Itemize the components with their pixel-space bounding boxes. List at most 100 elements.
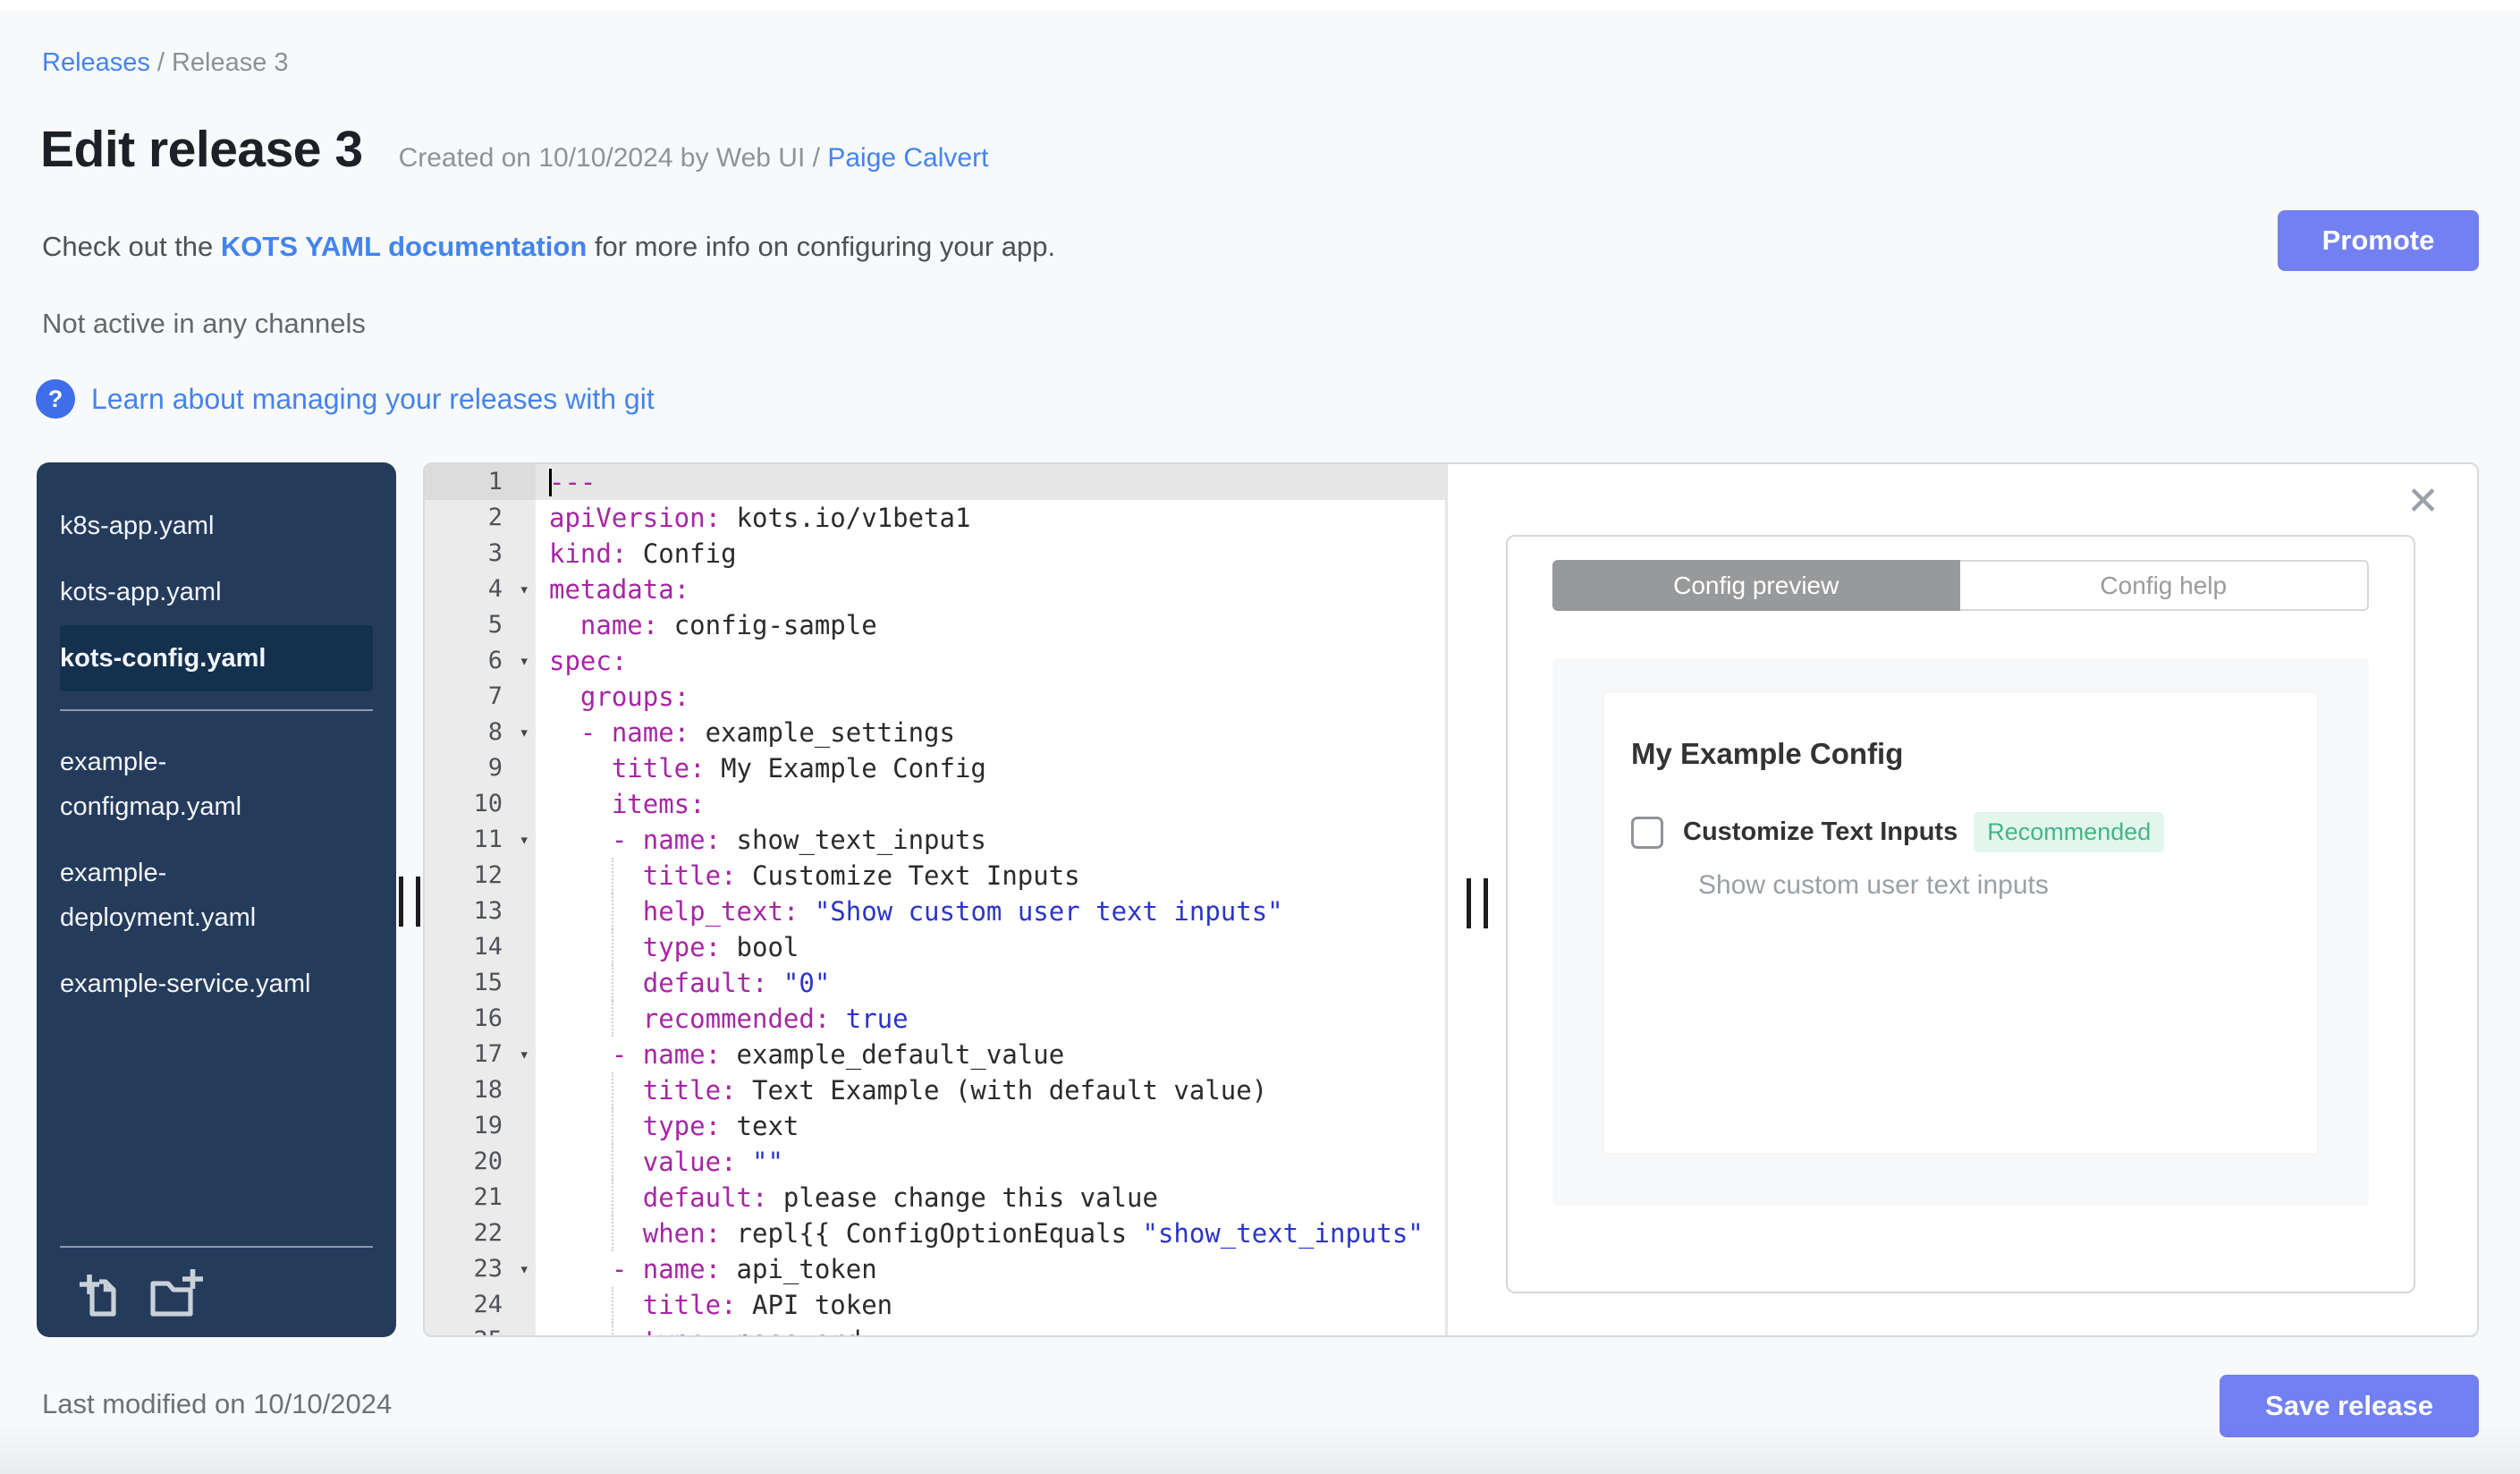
line-number: 6 ▾: [425, 643, 536, 679]
file-list-examples: example-configmap.yaml example-deployment…: [37, 729, 396, 1017]
file-item-kots-config.yaml[interactable]: kots-config.yaml: [60, 625, 373, 691]
help-icon: ?: [36, 379, 75, 419]
line-number: 25: [425, 1323, 536, 1335]
code-line-9: 9 title: My Example Config: [425, 750, 1445, 786]
git-releases-link[interactable]: Learn about managing your releases with …: [91, 383, 655, 416]
config-checkbox-row: Customize Text Inputs Recommended: [1631, 812, 2290, 852]
code-line-13: 13 help_text: "Show custom user text inp…: [425, 894, 1445, 929]
code-line-2: 2 apiVersion: kots.io/v1beta1: [425, 500, 1445, 536]
file-item-k8s-app.yaml[interactable]: k8s-app.yaml: [60, 493, 373, 559]
file-label: k8s-app.yaml: [60, 512, 215, 540]
save-release-button[interactable]: Save release: [2220, 1375, 2479, 1437]
config-preview-box: Config preview Config help My Example Co…: [1506, 535, 2415, 1293]
config-item-help-text: Show custom user text inputs: [1698, 870, 2049, 900]
file-list-main: k8s-app.yaml kots-app.yaml kots-config.yam…: [37, 462, 396, 691]
file-label: kots-app.yaml: [60, 578, 222, 606]
fold-arrow-icon[interactable]: ▾: [520, 1037, 529, 1072]
code-line-21: 21 default: please change this value: [425, 1180, 1445, 1216]
tab-config-preview[interactable]: Config preview: [1552, 560, 1960, 611]
line-number: 5: [425, 607, 536, 643]
page-title: Edit release 3: [40, 121, 363, 178]
line-number: 24: [425, 1287, 536, 1323]
line-number: 9: [425, 750, 536, 786]
last-modified-text: Last modified on 10/10/2024: [42, 1388, 393, 1419]
file-list-divider: [60, 709, 373, 711]
editor-card: 1 --- 2 apiVersion: kots.io/v1beta1 3 kind: C…: [423, 462, 2479, 1337]
git-help-row: ? Learn about managing your releases wit…: [36, 379, 655, 419]
doc-suffix: for more info on configuring your app.: [587, 231, 1056, 262]
tab-config-help[interactable]: Config help: [1959, 560, 2369, 611]
author-link[interactable]: Paige Calvert: [827, 143, 988, 173]
code-line-1: 1 ---: [425, 464, 1445, 500]
doc-info-line: Check out the KOTS YAML documentation fo…: [42, 231, 1055, 263]
line-number: 23 ▾: [425, 1251, 536, 1287]
line-number: 7: [425, 679, 536, 715]
line-number: 8 ▾: [425, 715, 536, 750]
breadcrumb-releases-link[interactable]: Releases: [42, 48, 150, 77]
code-line-22: 22 when: repl{{ ConfigOptionEquals "show…: [425, 1216, 1445, 1251]
close-icon[interactable]: ✕: [2406, 482, 2440, 521]
fold-arrow-icon[interactable]: ▾: [520, 572, 529, 607]
file-label: kots-config.yaml: [60, 644, 266, 673]
line-number: 21: [425, 1180, 536, 1216]
line-number: 17 ▾: [425, 1037, 536, 1072]
fold-arrow-icon[interactable]: ▾: [520, 715, 529, 750]
file-item-example-configmap.yaml[interactable]: example-configmap.yaml: [60, 729, 373, 840]
created-info: Created on 10/10/2024 by Web UI / Paige …: [399, 143, 989, 174]
preview-tabs: Config preview Config help: [1552, 560, 2369, 611]
sidebar-resize-handle[interactable]: [396, 877, 423, 927]
edit-release-page: Releases / Release 3 Edit release 3 Create…: [0, 0, 2520, 1474]
code-line-23: 23 ▾ - name: api_token: [425, 1251, 1445, 1287]
line-number: 15: [425, 965, 536, 1001]
code-line-12: 12 title: Customize Text Inputs: [425, 858, 1445, 894]
code-line-19: 19 type: text: [425, 1108, 1445, 1144]
file-label: example-configmap.yaml: [60, 748, 242, 821]
breadcrumb-separator: /: [156, 48, 165, 77]
channel-status: Not active in any channels: [42, 308, 366, 339]
doc-prefix: Check out the: [42, 231, 221, 262]
add-folder-icon[interactable]: [148, 1267, 205, 1319]
code-line-3: 3 kind: Config: [425, 536, 1445, 572]
file-item-example-service.yaml[interactable]: example-service.yaml: [60, 951, 373, 1017]
code-line-20: 20 value: "": [425, 1144, 1445, 1180]
fold-arrow-icon[interactable]: ▾: [520, 643, 529, 679]
fold-arrow-icon[interactable]: ▾: [520, 1251, 529, 1287]
title-row: Edit release 3 Created on 10/10/2024 by …: [40, 120, 988, 179]
code-line-18: 18 title: Text Example (with default val…: [425, 1072, 1445, 1108]
code-line-17: 17 ▾ - name: example_default_value: [425, 1037, 1445, 1072]
breadcrumb: Releases / Release 3: [42, 48, 289, 78]
config-item-label: Customize Text Inputs: [1683, 817, 1958, 846]
line-number: 12: [425, 858, 536, 894]
file-item-kots-app.yaml[interactable]: kots-app.yaml: [60, 559, 373, 625]
code-line-14: 14 type: bool: [425, 929, 1445, 965]
code-line-7: 7 groups:: [425, 679, 1445, 715]
sidebar-bottom-divider: [60, 1246, 373, 1248]
kots-yaml-doc-link[interactable]: KOTS YAML documentation: [221, 231, 587, 262]
code-line-10: 10 items:: [425, 786, 1445, 822]
breadcrumb-current: Release 3: [171, 48, 289, 77]
file-label: example-deployment.yaml: [60, 859, 257, 932]
text-cursor: [549, 468, 552, 496]
yaml-editor[interactable]: 1 --- 2 apiVersion: kots.io/v1beta1 3 kind: C…: [425, 464, 1448, 1335]
config-preview-surface: My Example Config Customize Text Inputs …: [1552, 658, 2369, 1206]
line-number: 11 ▾: [425, 822, 536, 858]
line-number: 4 ▾: [425, 572, 536, 607]
file-label: example-service.yaml: [60, 970, 311, 998]
sidebar-bottom: [37, 1228, 396, 1337]
editor-resize-handle[interactable]: [1466, 878, 1488, 928]
file-item-example-deployment.yaml[interactable]: example-deployment.yaml: [60, 840, 373, 951]
line-number: 13: [425, 894, 536, 929]
fold-arrow-icon[interactable]: ▾: [520, 822, 529, 858]
code-line-24: 24 title: API token: [425, 1287, 1445, 1323]
line-number: 22: [425, 1216, 536, 1251]
promote-button[interactable]: Promote: [2278, 210, 2479, 271]
editor-resize-zone: [1448, 464, 1506, 1335]
line-number: 20: [425, 1144, 536, 1180]
add-file-icon[interactable]: [76, 1267, 124, 1319]
line-number: 10: [425, 786, 536, 822]
line-number: 18: [425, 1072, 536, 1108]
line-number: 1: [425, 464, 536, 500]
customize-text-inputs-checkbox[interactable]: [1631, 816, 1663, 849]
line-number: 16: [425, 1001, 536, 1037]
recommended-badge: Recommended: [1974, 812, 2165, 852]
